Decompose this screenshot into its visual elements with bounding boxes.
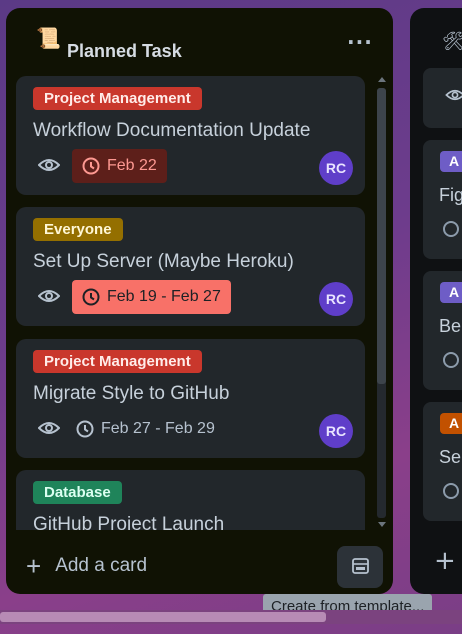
card-label[interactable]: A bbox=[440, 282, 462, 303]
card-title: Migrate Style to GitHub bbox=[33, 383, 230, 404]
card-title: Be bbox=[439, 316, 462, 336]
avatar[interactable]: RC bbox=[319, 414, 353, 448]
list-title[interactable]: Planned Task bbox=[67, 41, 182, 62]
card-title: Workflow Documentation Update bbox=[33, 120, 311, 141]
card-label[interactable]: Project Management bbox=[33, 87, 202, 110]
clock-icon bbox=[443, 352, 459, 368]
add-card-label: Add a card bbox=[55, 555, 148, 576]
card[interactable]: Everyone Set Up Server (Maybe Heroku) Fe… bbox=[16, 207, 365, 326]
card-label[interactable]: A bbox=[440, 151, 462, 172]
card-title: Fig bbox=[439, 185, 462, 205]
list-second: 🛠 A Fig A Be A Se + bbox=[410, 8, 462, 594]
watching-eye-icon bbox=[38, 290, 60, 302]
clock-icon bbox=[82, 288, 100, 306]
create-from-template-button[interactable] bbox=[337, 546, 383, 588]
card[interactable]: A Se bbox=[423, 402, 462, 521]
card[interactable]: Project Management Workflow Documentatio… bbox=[16, 76, 365, 195]
add-card-button[interactable]: + Add a card bbox=[26, 546, 147, 586]
scroll-down-arrow-icon[interactable] bbox=[378, 522, 386, 527]
card-label[interactable]: Project Management bbox=[33, 350, 202, 373]
card[interactable]: Database GitHub Project Launch bbox=[16, 470, 365, 530]
tools-emoji-icon: 🛠 bbox=[442, 31, 462, 52]
card-label[interactable]: A bbox=[440, 413, 462, 434]
watching-eye-icon bbox=[38, 159, 60, 171]
card[interactable]: A Fig bbox=[423, 140, 462, 259]
clock-icon bbox=[443, 221, 459, 237]
avatar[interactable]: RC bbox=[319, 151, 353, 185]
list-menu-button[interactable]: ··· bbox=[347, 32, 373, 52]
card-title: Se bbox=[439, 447, 462, 467]
scroll-thumb[interactable] bbox=[377, 88, 386, 384]
card-title: Set Up Server (Maybe Heroku) bbox=[33, 251, 294, 272]
card[interactable]: A Be bbox=[423, 271, 462, 390]
card-label[interactable]: Everyone bbox=[33, 218, 123, 241]
scroll-up-arrow-icon[interactable] bbox=[378, 77, 386, 82]
watching-eye-icon bbox=[445, 89, 462, 101]
list-footer: + Add a card bbox=[6, 538, 393, 594]
card[interactable] bbox=[423, 68, 462, 128]
add-card-plus-icon[interactable]: + bbox=[434, 548, 456, 574]
due-date-text: Feb 22 bbox=[107, 157, 157, 174]
avatar[interactable]: RC bbox=[319, 282, 353, 316]
due-date-badge[interactable]: Feb 27 - Feb 29 bbox=[72, 412, 225, 446]
watching-eye-icon bbox=[38, 422, 60, 434]
card[interactable]: Project Management Migrate Style to GitH… bbox=[16, 339, 365, 458]
due-date-text: Feb 27 - Feb 29 bbox=[101, 420, 215, 437]
due-date-badge[interactable]: Feb 22 bbox=[72, 149, 167, 183]
template-icon bbox=[352, 558, 369, 574]
card-title: GitHub Project Launch bbox=[33, 514, 225, 530]
due-date-text: Feb 19 - Feb 27 bbox=[107, 288, 221, 305]
card-list: Project Management Workflow Documentatio… bbox=[16, 76, 367, 530]
card-label[interactable]: Database bbox=[33, 481, 122, 504]
clock-icon bbox=[76, 420, 94, 438]
due-date-badge[interactable]: Feb 19 - Feb 27 bbox=[72, 280, 231, 314]
scroll-emoji-icon: 📜 bbox=[36, 26, 61, 50]
clock-icon bbox=[443, 483, 459, 499]
clock-icon bbox=[82, 157, 100, 175]
list-planned-task: 📜 Planned Task ··· Project Management Wo… bbox=[6, 8, 393, 594]
board-scroll-thumb[interactable] bbox=[0, 612, 326, 622]
card-list-scrollbar[interactable] bbox=[373, 74, 389, 532]
plus-icon: + bbox=[26, 551, 42, 581]
list-header[interactable]: 📜 Planned Task ··· bbox=[6, 8, 393, 74]
